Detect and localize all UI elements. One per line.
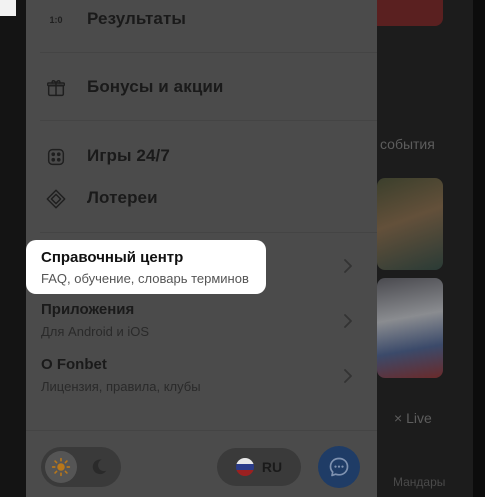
menu-item-label: Лотереи xyxy=(87,188,158,207)
background-banner xyxy=(377,0,443,26)
divider xyxy=(40,120,377,121)
language-selector[interactable]: RU xyxy=(217,448,301,486)
moon-icon[interactable] xyxy=(88,456,110,478)
dice-icon xyxy=(44,145,68,169)
language-label: RU xyxy=(261,459,283,475)
chat-button[interactable] xyxy=(318,446,360,488)
chevron-right-icon xyxy=(344,259,352,273)
score-icon: 1:0 xyxy=(49,15,63,25)
apps-title: Приложения xyxy=(41,301,135,318)
background-live-label: × Live xyxy=(394,410,432,426)
divider xyxy=(40,52,377,53)
background-section-label: события xyxy=(380,136,435,152)
drawer-footer: RU xyxy=(26,430,377,497)
apps-subtitle: Для Android и iOS xyxy=(41,324,150,339)
menu-item-lotteries[interactable]: Лотереи xyxy=(26,179,377,219)
menu-item-games[interactable]: Игры 24/7 xyxy=(26,137,377,177)
chevron-right-icon xyxy=(344,369,352,383)
menu-item-label: Бонусы и акции xyxy=(87,77,224,96)
background-event-card xyxy=(377,178,443,270)
background-edge xyxy=(473,0,485,497)
menu-item-bonuses[interactable]: Бонусы и акции xyxy=(26,68,377,108)
help-center-highlight[interactable]: Справочный центр FAQ, обучение, словарь … xyxy=(26,240,266,294)
divider xyxy=(40,232,377,233)
menu-item-about[interactable]: О Fonbet Лицензия, правила, клубы xyxy=(26,350,377,402)
menu-item-label: Результаты xyxy=(87,9,187,28)
about-title: О Fonbet xyxy=(41,356,107,373)
menu-item-apps[interactable]: Приложения Для Android и iOS xyxy=(26,295,377,347)
ticket-icon xyxy=(44,187,68,211)
gift-icon xyxy=(44,76,68,100)
sun-icon xyxy=(51,457,71,477)
about-subtitle: Лицензия, правила, клубы xyxy=(41,379,201,394)
background-left-strip xyxy=(0,0,26,497)
russia-flag-icon xyxy=(235,458,254,476)
help-center-subtitle: FAQ, обучение, словарь терминов xyxy=(41,271,249,286)
menu-item-label: Игры 24/7 xyxy=(87,146,170,165)
theme-toggle[interactable] xyxy=(41,447,121,487)
chevron-right-icon xyxy=(344,314,352,328)
help-center-title: Справочный центр xyxy=(41,249,184,266)
chat-bubble-icon xyxy=(329,457,349,477)
background-event-card xyxy=(377,278,443,378)
theme-light-option[interactable] xyxy=(45,451,77,483)
menu-item-results[interactable]: 1:0 Результаты xyxy=(26,0,377,40)
background-bottom-text: Мандары xyxy=(393,475,446,489)
background-corner xyxy=(0,0,16,16)
